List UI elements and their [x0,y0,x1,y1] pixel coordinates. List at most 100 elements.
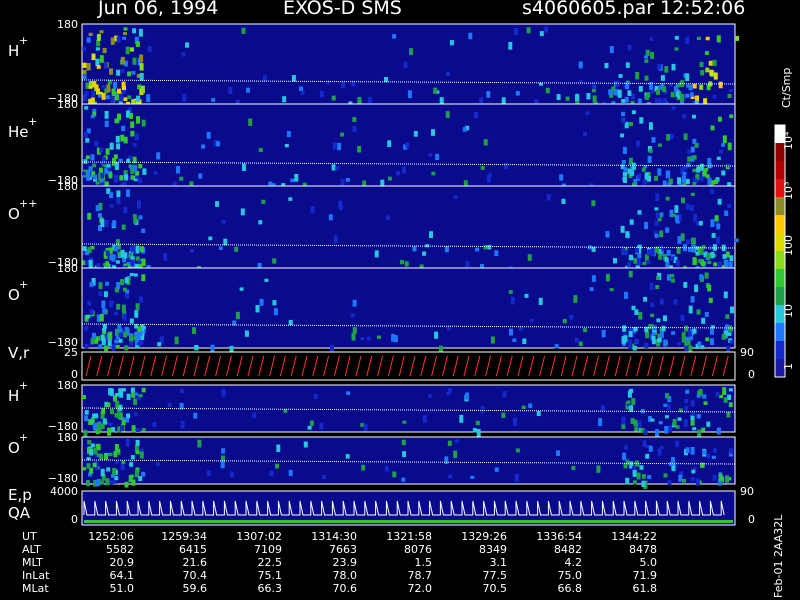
spectrogram-cell [261,199,266,204]
colorbar-swatch [775,215,785,234]
x-axis-value: 20.9 [109,556,135,569]
spectrogram-cell [625,231,630,238]
spectrogram-cell [573,295,578,303]
spectrogram-cell [725,314,730,319]
spectrogram-cell [95,479,100,487]
spectrogram-cell [124,174,128,181]
spectrogram-cell [105,478,110,486]
spectrogram-cell [110,408,114,415]
spectrogram-cell [727,163,731,168]
spectrogram-cell [116,36,121,43]
spectrogram-cell [115,135,120,143]
spectrogram-cell [139,448,144,453]
spectrogram-cell [668,428,673,433]
spectrogram-cell [729,255,734,262]
spectrogram-cell [129,273,134,277]
spectrogram-cell [703,401,708,405]
spectrogram-cell [84,410,89,415]
spectrogram-cell [122,313,127,321]
spectrogram-cell [675,259,680,267]
spectrogram-cell [717,198,722,205]
spectrogram-cell [620,133,625,138]
spectrogram-cell [628,270,633,278]
spectrogram-cell [514,473,519,482]
spectrogram-cell [132,143,137,147]
spectrogram-cell [622,146,627,154]
spectrogram-cell [670,278,675,283]
spectrogram-cell [596,465,601,473]
spectrogram-cell [627,90,632,96]
spectrogram-cell [545,87,550,94]
spectrogram-cell [291,75,296,82]
spectrogram-cell [133,273,138,277]
spectrogram-cell [136,428,140,432]
spectrogram-cell [644,75,649,81]
spectrogram-cell [659,445,664,450]
spectrogram-cell [120,56,125,65]
spectrogram-cell [637,173,642,179]
spectrogram-cell [98,344,103,349]
spectrogram-cell [92,422,97,430]
spectrogram-cell [665,261,670,268]
spectrogram-cell [486,91,491,98]
spectrogram-cell [710,252,715,259]
spectrogram-cell [242,163,246,171]
colorbar-swatch [775,341,785,360]
spectrogram-cell [705,36,710,41]
spectrogram-cell [134,310,139,318]
spectrogram-cell [628,343,633,350]
spectrogram-cell [259,298,264,306]
spectrogram-cell [692,427,697,431]
spectrogram-cell [648,148,653,153]
spectrogram-cell [116,303,121,310]
spectrogram-cell [221,448,226,454]
panel-3-frame [81,267,736,349]
spectrogram-cell [663,315,667,322]
spectrogram-cell [156,152,161,160]
spectrogram-cell [682,478,686,483]
spectrogram-cell [114,162,119,170]
spectrogram-cell [682,171,687,176]
spectrogram-cell [654,220,659,227]
spectrogram-cell [631,162,636,170]
spectrogram-cell [574,337,579,343]
spectrogram-cell [628,254,633,261]
spectrogram-cell [351,332,356,341]
spectrogram-cell [299,86,303,91]
x-axis-value: 1307:02 [236,530,282,543]
spectrogram-cell [690,400,695,407]
spectrogram-cell [687,149,692,154]
spectrogram-cell [620,225,625,233]
spectrogram-cell [632,468,637,477]
spectrogram-cell [578,341,583,347]
spectrogram-cell [656,89,660,95]
spectrogram-cell [627,44,632,51]
spectrogram-cell [288,319,293,325]
spectrogram-cell [605,273,610,282]
spectrogram-cell [85,155,90,160]
spectrogram-cell [123,97,128,101]
spectrogram-cell [114,118,119,124]
panel-label-4: V,r [8,344,30,362]
spectrogram-cell [352,299,357,307]
spectrogram-cell [696,414,701,419]
spectrogram-cell [559,174,564,181]
spectrogram-cell [181,52,186,57]
spectrogram-cell [487,244,492,250]
spectrogram-cell [645,331,650,339]
spectrogram-cell [141,471,146,477]
x-axis-value: 5582 [106,543,134,556]
spectrogram-cell [605,231,610,238]
spectrogram-cell [99,313,104,322]
spectrogram-cell [701,427,706,432]
spectrogram-cell [656,318,661,323]
spectrogram-cell [246,87,250,93]
spectrogram-cell [125,439,130,447]
spectrogram-cell [694,284,699,293]
spectrogram-cell [104,120,109,127]
x-axis-value: 1329:26 [461,530,507,543]
spectrogram-cell [713,72,718,80]
spectrogram-cell [658,85,663,90]
spectrogram-cell [290,178,295,183]
spectrogram-cell [632,466,636,471]
